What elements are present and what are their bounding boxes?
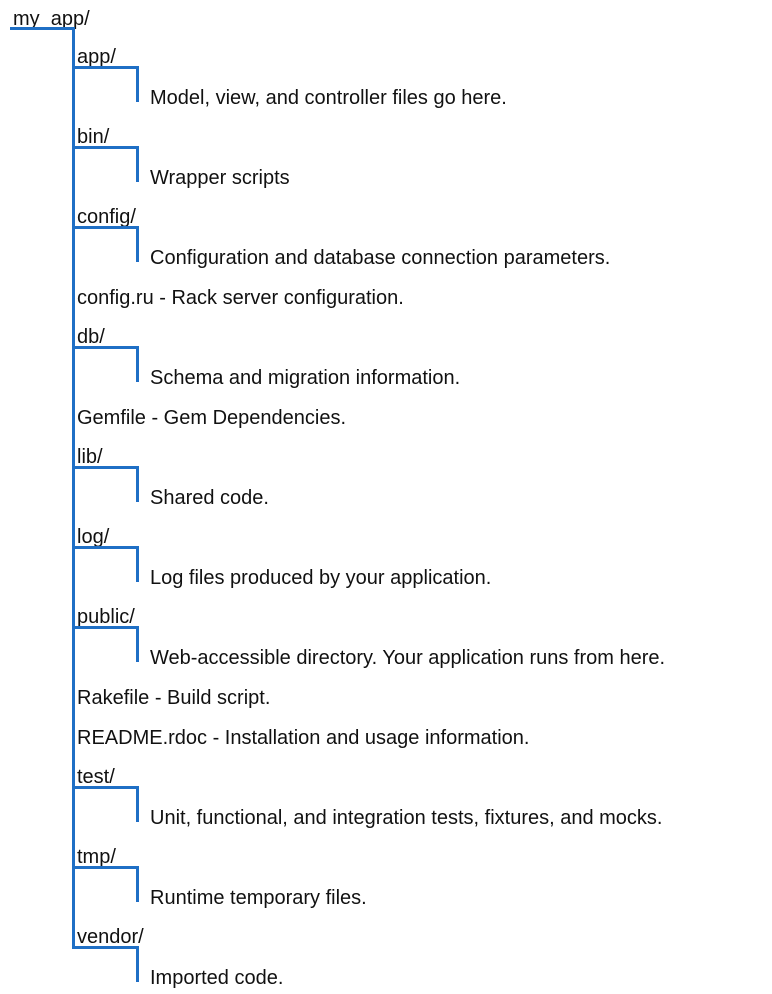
file-entry-label: config.ru - Rack server configuration. (77, 287, 404, 309)
branch-connector (72, 66, 139, 69)
sub-branch-line (136, 146, 139, 182)
branch-connector (72, 226, 139, 229)
sub-branch-line (136, 946, 139, 982)
branch-connector (72, 466, 139, 469)
file-entry-label: README.rdoc - Installation and usage inf… (77, 727, 530, 749)
folder-description-label: Wrapper scripts (150, 167, 290, 189)
folder-description-label: Runtime temporary files. (150, 887, 367, 909)
sub-branch-line (136, 226, 139, 262)
folder-description-label: Schema and migration information. (150, 367, 461, 389)
sub-branch-line (136, 466, 139, 502)
file-entry-label: Rakefile - Build script. (77, 687, 271, 709)
directory-tree-diagram: my_app/ app/Model, view, and controller … (0, 0, 772, 994)
sub-branch-line (136, 866, 139, 902)
branch-connector (72, 786, 139, 789)
folder-description-label: Log files produced by your application. (150, 567, 492, 589)
branch-connector (72, 626, 139, 629)
sub-branch-line (136, 346, 139, 382)
root-underline (10, 27, 74, 30)
folder-description-label: Imported code. (150, 967, 284, 989)
branch-connector (72, 866, 139, 869)
folder-description-label: Configuration and database connection pa… (150, 247, 611, 269)
branch-connector (72, 946, 139, 949)
folder-description-label: Unit, functional, and integration tests,… (150, 807, 663, 829)
folder-description-label: Web-accessible directory. Your applicati… (150, 647, 666, 669)
branch-connector (72, 346, 139, 349)
sub-branch-line (136, 66, 139, 102)
main-trunk-line (72, 27, 75, 949)
folder-description-label: Shared code. (150, 487, 269, 509)
file-entry-label: Gemfile - Gem Dependencies. (77, 407, 347, 429)
branch-connector (72, 146, 139, 149)
sub-branch-line (136, 546, 139, 582)
folder-description-label: Model, view, and controller files go her… (150, 87, 507, 109)
sub-branch-line (136, 786, 139, 822)
sub-branch-line (136, 626, 139, 662)
branch-connector (72, 546, 139, 549)
